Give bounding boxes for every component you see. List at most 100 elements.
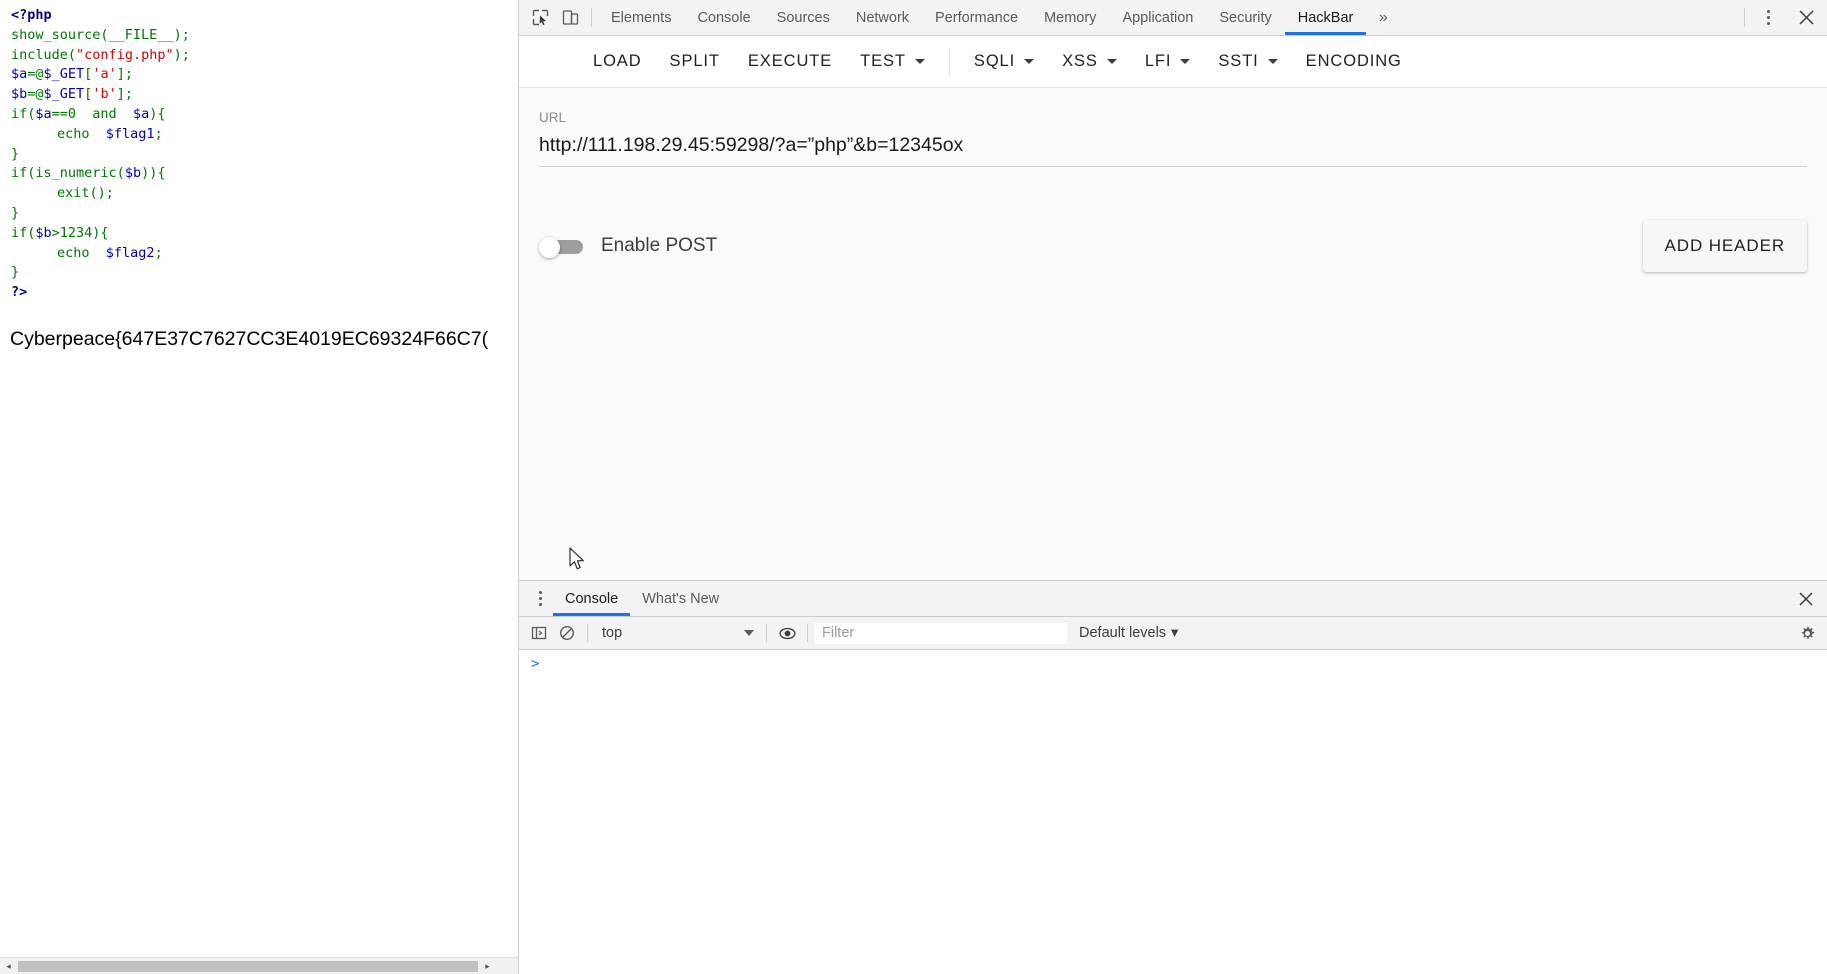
code-line: include("config.php"); (11, 46, 190, 66)
console-prompt-glyph: > (531, 656, 540, 672)
devtools-tab-performance[interactable]: Performance (922, 0, 1031, 35)
chevron-down-icon (1024, 59, 1035, 64)
code-token: $_GET (43, 66, 85, 83)
code-token: =@ (27, 86, 44, 103)
code-token: } (11, 145, 20, 162)
hackbar-toolbar-divider (948, 47, 950, 76)
tabstrip-divider-right (1744, 8, 1745, 27)
code-token: $flag1 (105, 125, 155, 142)
code-token: ( (116, 165, 125, 182)
code-token: $b (35, 224, 52, 241)
hackbar-lfi-button[interactable]: LFI (1131, 44, 1205, 79)
add-header-button[interactable]: ADD HEADER (1642, 220, 1807, 272)
code-token: echo (57, 125, 106, 142)
code-token: $a (132, 105, 150, 122)
code-line: if(is_numeric($b)){ (11, 164, 190, 184)
web-page-pane: <?php show_source(__FILE__); include("conf… (0, 0, 519, 974)
clear-console-icon[interactable] (553, 619, 581, 647)
code-token: 'b' (92, 86, 117, 103)
page-horizontal-scrollbar[interactable]: ◂ ▸ (0, 957, 518, 974)
console-filter-input[interactable] (814, 622, 1067, 644)
filterbar-divider-1 (587, 624, 588, 642)
code-token: ==0 and (51, 105, 133, 122)
drawer-tab-console[interactable]: Console (553, 581, 631, 616)
mouse-cursor (569, 547, 587, 573)
code-line: show_source(__FILE__); (11, 26, 190, 46)
url-label: URL (539, 110, 567, 125)
code-token: if( (11, 105, 36, 122)
code-line: } (11, 204, 190, 224)
code-token: 'a' (92, 66, 117, 83)
chevron-down-icon (1180, 59, 1191, 64)
console-output-area[interactable]: > (519, 650, 1827, 974)
hackbar-sqli-button[interactable]: SQLI (960, 44, 1048, 79)
console-sidebar-icon[interactable] (525, 619, 553, 647)
console-levels-selector[interactable]: Default levels ▾ (1079, 625, 1178, 641)
hackbar-split-button[interactable]: SPLIT (656, 44, 734, 79)
live-expression-icon[interactable] (773, 619, 801, 647)
device-toolbar-icon[interactable] (555, 0, 585, 35)
code-line: echo $flag1; (11, 125, 190, 145)
chevron-down-icon (1267, 59, 1278, 64)
code-token: ; (154, 244, 163, 261)
more-tabs-button[interactable]: » (1366, 0, 1400, 35)
console-context-value: top (602, 625, 623, 641)
more-tools-icon[interactable] (527, 581, 553, 616)
devtools-tab-network[interactable]: Network (843, 0, 922, 35)
scroll-left-arrow[interactable]: ◂ (0, 957, 17, 974)
hackbar-button-label: SSTI (1218, 52, 1259, 70)
console-context-selector[interactable]: top (594, 625, 760, 641)
devtools-tab-list: Elements Console Sources Network Performance… (598, 0, 1366, 35)
devtools-tab-hackbar[interactable]: HackBar (1284, 0, 1367, 35)
devtools-tab-memory[interactable]: Memory (1031, 0, 1109, 35)
scrollbar-thumb[interactable] (18, 960, 478, 972)
devtools-tab-sources[interactable]: Sources (764, 0, 843, 35)
hackbar-xss-button[interactable]: XSS (1048, 44, 1131, 79)
scroll-right-arrow[interactable]: ▸ (479, 957, 496, 974)
hackbar-toolbar: LOAD SPLIT EXECUTE TEST SQLI XSS LFI SSTI ENCODI… (519, 36, 1827, 88)
code-token: ); (173, 26, 190, 43)
code-token: show_source (11, 26, 101, 43)
code-line: echo $flag2; (11, 244, 190, 264)
code-line: $a=@$_GET['a']; (11, 65, 190, 85)
code-token: "config.php" (76, 46, 174, 63)
code-token: exit (57, 185, 90, 202)
hackbar-test-button[interactable]: TEST (846, 44, 939, 79)
close-devtools-icon[interactable] (1785, 0, 1827, 35)
devtools-tab-application[interactable]: Application (1109, 0, 1206, 35)
devtools-tab-console[interactable]: Console (684, 0, 763, 35)
hackbar-body: URL http://111.198.29.45:59298/?a=”php”&… (519, 88, 1827, 580)
inspect-element-icon[interactable] (525, 0, 555, 35)
filterbar-divider-3 (807, 624, 808, 642)
chevron-down-icon (1106, 59, 1117, 64)
console-settings-icon[interactable] (1793, 619, 1821, 647)
more-options-icon[interactable] (1751, 0, 1785, 35)
chevron-down-icon: ▾ (1171, 625, 1179, 641)
hackbar-button-label: TEST (860, 52, 906, 70)
code-token: ){ (149, 105, 166, 122)
code-token: ]; (116, 86, 133, 103)
hackbar-ssti-button[interactable]: SSTI (1204, 44, 1291, 79)
code-token: $flag2 (105, 244, 155, 261)
code-token: =@ (27, 66, 44, 83)
enable-post-toggle[interactable] (539, 236, 587, 258)
devtools-tab-security[interactable]: Security (1206, 0, 1284, 35)
url-field[interactable]: URL http://111.198.29.45:59298/?a=”php”&… (539, 110, 1807, 167)
code-token: $b (11, 86, 28, 103)
post-options-row: Enable POST ADD HEADER (539, 220, 1807, 272)
filterbar-divider-2 (766, 624, 767, 642)
hackbar-encoding-button[interactable]: ENCODING (1292, 44, 1416, 79)
code-token: } (11, 264, 20, 281)
close-drawer-icon[interactable] (1785, 581, 1827, 616)
devtools-tab-elements[interactable]: Elements (598, 0, 684, 35)
drawer-tab-list: Console What's New (553, 581, 731, 616)
url-input[interactable]: http://111.198.29.45:59298/?a=”php”&b=12… (539, 134, 1807, 167)
drawer-tab-what-s-new[interactable]: What's New (630, 581, 731, 616)
code-token: $a (35, 105, 52, 122)
code-token: $a (11, 66, 28, 83)
hackbar-load-button[interactable]: LOAD (579, 44, 656, 79)
hackbar-button-label: XSS (1062, 52, 1098, 70)
hackbar-execute-button[interactable]: EXECUTE (734, 44, 846, 79)
code-line: if($b>1234){ (11, 224, 190, 244)
devtools-tabstrip: Elements Console Sources Network Performance… (519, 0, 1827, 36)
